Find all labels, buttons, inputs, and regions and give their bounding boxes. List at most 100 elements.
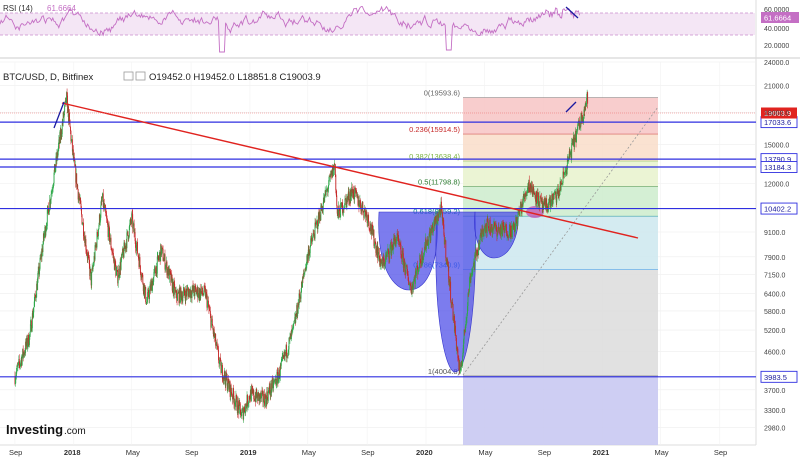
time-tick-label: 2020 [416,448,433,457]
time-tick-label: Sep [538,448,551,457]
candle-body [139,257,141,266]
candle-body [81,208,82,215]
price-tick-label: 12000.0 [764,182,789,189]
level-badge: 3983.5 [764,373,787,382]
candle-body [293,320,295,324]
candle-body [33,307,35,313]
price-tick-label: 5200.0 [764,328,786,335]
candle-body [477,250,479,254]
candle-body [304,271,306,273]
level-badge: 17033.6 [764,118,791,127]
candle-body [239,403,241,410]
fib-level-label: 0.236(15914.5) [409,125,460,134]
candle-body [253,390,255,400]
time-tick-label: May [302,448,316,457]
time-tick-label: Sep [361,448,374,457]
price-tick-label: 5800.0 [764,309,786,316]
candle-body [452,304,454,320]
candle-body [426,245,427,250]
time-tick-label: Sep [714,448,727,457]
fib-zone [463,97,658,135]
candle-body [450,281,452,301]
candle-body [42,243,44,252]
candle-body [328,185,329,189]
level-badge: 10402.2 [764,205,791,214]
time-tick-label: Sep [185,448,198,457]
candle-body [413,281,414,289]
candle-body [154,267,156,273]
candle-body [377,254,379,260]
candle-body [109,227,110,242]
candle-body [373,229,375,246]
candle-body [300,292,302,299]
candle-body [90,268,92,273]
time-tick-label: 2021 [593,448,610,457]
candle-body [587,92,589,104]
candle-body [91,272,93,286]
candle-body [336,195,338,206]
time-axis-ticks: Sep 2018 May Sep 2019 May Sep 2020 May Sep 2021 May… [9,448,727,457]
time-tick-label: May [654,448,668,457]
symbol-legend: BTC/USD, D, Bitfinex O19452.0 H19452.0 L… [3,71,321,83]
candle-body [186,289,188,296]
candle-body [556,192,558,203]
candle-body [69,112,70,120]
price-panel: 0(19593.6)0.236(15914.5)0.382(13638.4)0.… [0,60,798,445]
candle-body [297,313,299,317]
price-tick-label: 7900.0 [764,255,786,262]
time-tick-label: Sep [9,448,22,457]
ohlc-values: O19452.0 H19452.0 L18851.8 C19003.9 [149,72,321,83]
candle-body [317,226,319,230]
rsi-badge: 61.6664 [764,14,791,23]
candle-body [127,231,129,236]
candle-body [413,278,415,282]
candle-body [97,229,99,237]
candle-body [220,366,222,374]
candle-body [145,287,147,303]
candle-body [16,365,18,372]
price-tick-label: 7150.0 [764,272,786,279]
time-tick-label: 2018 [64,448,81,457]
price-tick-label: 21000.0 [764,83,789,90]
candle-body [334,164,336,175]
brand-name: Investing [6,422,63,437]
brand-suffix: .com [64,426,86,437]
candle-body [50,193,52,200]
legend-icon-box-2[interactable] [135,71,146,81]
fib-level-label: 0.5(11798.8) [418,177,460,186]
candle-body [182,290,184,297]
price-tick-label: 6400.0 [764,292,786,299]
candle-body [244,407,246,412]
price-tick-label: 18000.0 [764,110,789,117]
candle-body [345,198,347,200]
candle-body [536,191,537,204]
rsi-level-40: 40.0000 [764,26,789,33]
price-tick-label: 3300.0 [764,408,786,415]
rsi-level-60: 60.0000 [764,7,789,14]
price-tick-label: 4600.0 [764,350,786,357]
symbol-info: BTC/USD, D, Bitfinex [3,72,94,83]
candle-body [237,400,239,406]
candle-body [440,201,442,206]
candle-body [137,241,138,254]
candle-body [149,289,151,300]
candle-body [454,325,456,335]
price-tick-label: 3700.0 [764,388,786,395]
candle-body [468,278,470,292]
rsi-level-20: 20.0000 [764,43,789,50]
candle-body [258,392,260,394]
candle-body [142,274,144,284]
candle-body [271,379,273,390]
price-tick-label: 15000.0 [764,142,789,149]
candle-body [280,361,282,366]
candle-body [210,320,212,328]
candle-body [452,301,453,305]
candle-body [509,225,511,238]
candle-body [368,215,370,223]
chart-svg: RSI (14) 61.6664 61.6664 60.0000 40.0000… [0,0,800,457]
fib-zone-extension [463,375,658,445]
rsi-value: 61.6664 [47,4,76,13]
price-tick-label: 2980.0 [764,426,786,433]
price-tick-label: 24000.0 [764,60,789,67]
candle-body [444,242,446,245]
